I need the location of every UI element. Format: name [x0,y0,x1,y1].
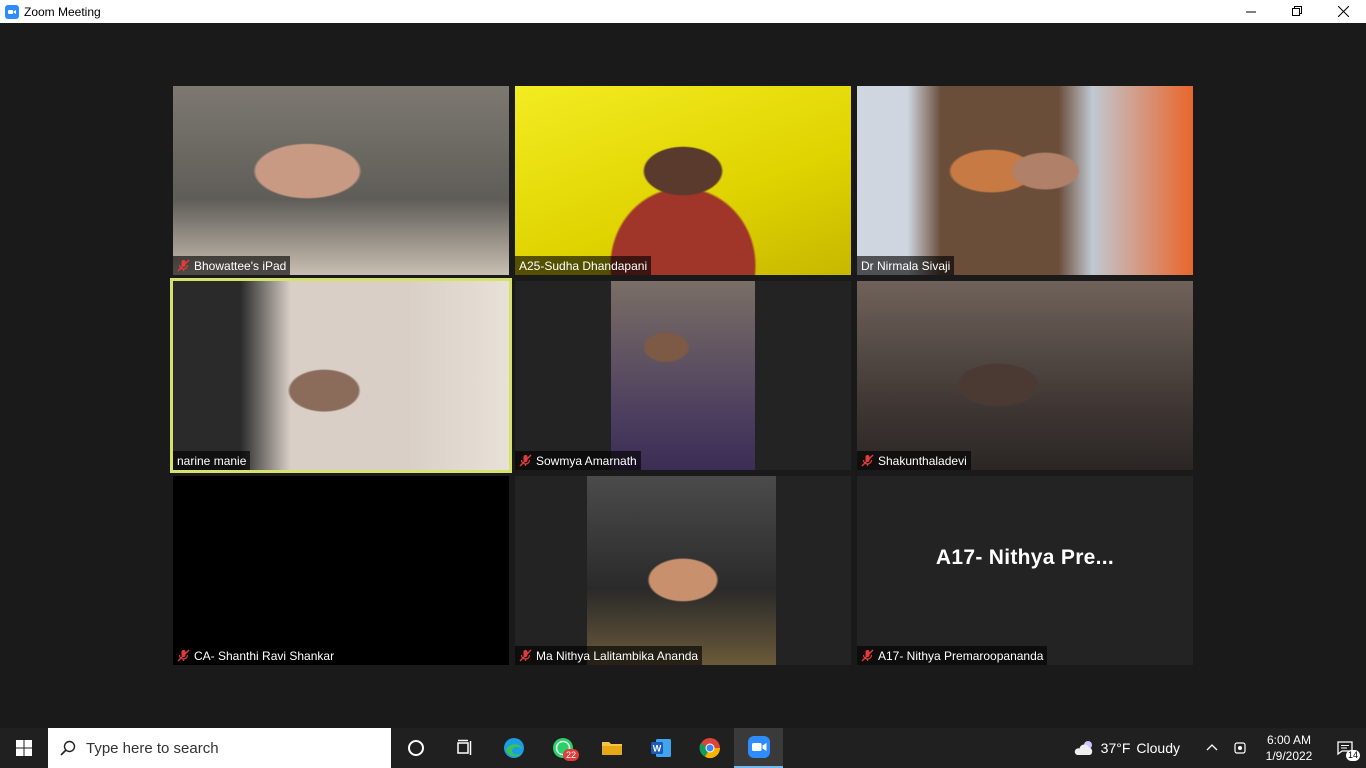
participant-name: Bhowattee's iPad [194,258,287,273]
zoom-camera-icon [5,4,19,19]
participant-video [515,281,851,470]
close-icon [1337,6,1349,17]
cortana-button[interactable] [391,728,440,768]
meet-now-button[interactable] [1226,728,1254,768]
chevron-up-icon [1206,744,1218,751]
weather-widget[interactable]: 37°F Cloudy [1073,739,1180,757]
participant-name-tag: CA- Shanthi Ravi Shankar [173,646,339,665]
participant-tile[interactable]: Sowmya Amarnath [515,281,851,470]
participant-name: Dr Nirmala Sivaji [861,258,951,273]
search-placeholder: Type here to search [86,739,219,757]
participant-video [173,281,509,470]
taskbar-clock[interactable]: 6:00 AM 1/9/2022 [1254,732,1324,764]
participant-video [173,86,509,275]
participant-name: Sowmya Amarnath [536,453,637,468]
chrome-icon [699,738,720,759]
participant-tile[interactable]: Bhowattee's iPad [173,86,509,275]
taskbar-search-box[interactable]: Type here to search [48,728,391,768]
participant-video [173,476,509,665]
cloud-moon-icon [1074,741,1092,755]
show-hidden-icons-button[interactable] [1198,728,1226,768]
muted-mic-icon [519,454,532,467]
restore-button[interactable] [1274,0,1320,23]
participant-center-name: A17- Nithya Pre... [935,546,1115,569]
task-view-icon [456,739,471,755]
participant-name: narine manie [177,453,247,468]
minimize-icon [1245,11,1256,13]
muted-mic-icon [177,259,190,272]
participant-video [515,86,851,275]
cortana-circle-icon [407,740,424,756]
whatsapp-badge: 22 [562,749,579,761]
muted-mic-icon [177,649,190,662]
clock-date: 1/9/2022 [1265,749,1313,763]
restore-icon [1291,6,1302,16]
participant-tile[interactable]: narine manie [170,278,512,473]
window-title: Zoom Meeting [24,4,101,19]
participant-name-tag: Shakunthaladevi [857,451,971,470]
participant-tile[interactable]: Shakunthaladevi [857,281,1193,470]
title-bar: Zoom Meeting [0,0,1366,23]
edge-app-button[interactable] [489,728,538,768]
search-icon [60,740,76,756]
word-icon: W [650,739,671,757]
task-view-button[interactable] [440,728,489,768]
participant-name-tag: A25-Sudha Dhandapani [515,256,652,275]
participant-name: CA- Shanthi Ravi Shankar [194,648,335,663]
participant-name: Ma Nithya Lalitambika Ananda [536,648,699,663]
file-explorer-button[interactable] [587,728,636,768]
muted-mic-icon [861,454,874,467]
weather-temp: 37°F [1100,740,1131,756]
participant-tile[interactable]: A25-Sudha Dhandapani [515,86,851,275]
zoom-icon [747,736,770,758]
action-center-button[interactable]: 14 [1324,728,1366,768]
participant-name-tag: Sowmya Amarnath [515,451,641,470]
participant-name: A17- Nithya Premaroopananda [878,648,1044,663]
close-button[interactable] [1320,0,1366,23]
chrome-app-button[interactable] [685,728,734,768]
clock-time: 6:00 AM [1266,733,1312,747]
participant-name-tag: Ma Nithya Lalitambika Ananda [515,646,703,665]
start-button[interactable] [0,728,48,768]
muted-mic-icon [519,649,532,662]
participant-tile[interactable]: A17- Nithya Pre... A17- Nithya Premaroopa… [857,476,1193,665]
windows-logo-icon [16,740,32,756]
muted-mic-icon [861,649,874,662]
participant-video [857,281,1193,470]
word-app-button[interactable]: W [636,728,685,768]
participant-video-off [857,476,1193,665]
participant-name-tag: Bhowattee's iPad [173,256,291,275]
file-explorer-icon [601,742,622,755]
participant-name: A25-Sudha Dhandapani [519,258,648,273]
participant-tile[interactable]: Ma Nithya Lalitambika Ananda [515,476,851,665]
participant-video [857,86,1193,275]
weather-condition: Cloudy [1136,740,1180,756]
participant-tile[interactable]: CA- Shanthi Ravi Shankar [173,476,509,665]
zoom-app-button[interactable] [734,728,783,768]
participant-name-tag: Dr Nirmala Sivaji [857,256,955,275]
edge-browser-icon [503,738,524,758]
taskbar: Type here to search 22 W 37°F Cloudy 6:0… [0,728,1366,768]
participant-name-tag: narine manie [173,451,251,470]
meeting-gallery: Bhowattee's iPad A25-Sudha Dhandapani Dr N… [0,23,1366,728]
meet-now-icon [1234,742,1246,754]
participant-video [515,476,851,665]
minimize-button[interactable] [1228,0,1274,23]
participant-name: Shakunthaladevi [878,453,967,468]
participant-tile[interactable]: Dr Nirmala Sivaji [857,86,1193,275]
svg-text:W: W [652,744,661,754]
participant-name-tag: A17- Nithya Premaroopananda [857,646,1048,665]
whatsapp-app-button[interactable]: 22 [538,728,587,768]
notification-count: 14 [1345,750,1360,761]
system-tray: 37°F Cloudy 6:00 AM 1/9/2022 14 [1073,728,1366,768]
